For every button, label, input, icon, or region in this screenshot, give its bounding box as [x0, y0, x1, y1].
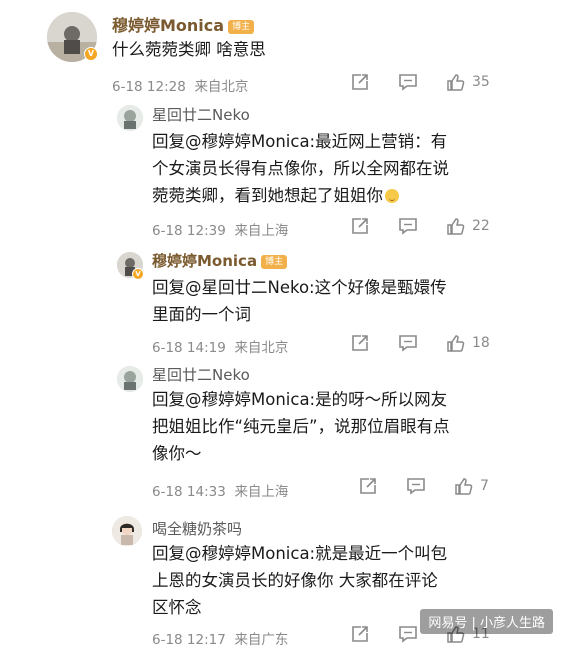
comment-actions: 18 — [350, 333, 490, 353]
comment-date: 6-18 14:33 — [152, 484, 226, 500]
username-text[interactable]: 穆婷婷Monica — [112, 16, 224, 35]
avatar[interactable] — [117, 105, 143, 131]
username[interactable]: 星回廿二Neko — [152, 364, 250, 385]
comment-line: 回复@星回廿二Neko:这个好像是甄嬛传 — [152, 278, 447, 297]
like-button[interactable]: 22 — [446, 216, 490, 236]
watermark: 网易号 | 小彦人生路 — [420, 609, 553, 634]
comment-meta: 6-18 12:39 来自上海 — [152, 219, 288, 239]
comment-actions: 7 — [358, 476, 489, 496]
like-button[interactable]: 18 — [446, 333, 490, 353]
share-button[interactable] — [350, 624, 370, 644]
username[interactable]: 穆婷婷Monica 博主 — [112, 12, 255, 36]
comment-line-with-emoji: 菀菀类卿，看到她想起了姐姐你 — [152, 182, 482, 209]
verified-badge-icon: V — [84, 47, 98, 61]
author-tag: 博主 — [261, 254, 288, 269]
smiley-emoji-icon — [385, 189, 399, 203]
comment-text: 回复@星回廿二Neko:这个好像是甄嬛传 里面的一个词 — [152, 274, 482, 328]
avatar-image — [117, 366, 143, 392]
comment-location: 来自北京 — [194, 79, 249, 95]
verified-badge-icon: V — [132, 268, 144, 280]
username[interactable]: 穆婷婷Monica 博主 — [152, 250, 288, 271]
comment-text: 回复@穆婷婷Monica:是的呀～所以网友 把姐姐比作“纯元皇后”，说那位眉眼有… — [152, 386, 492, 467]
like-button[interactable]: 7 — [454, 476, 489, 496]
comment-line: 像你～ — [152, 444, 202, 463]
avatar[interactable] — [117, 366, 143, 392]
comment-line: 回复@穆婷婷Monica:就是最近一个叫包 — [152, 544, 448, 563]
share-icon — [360, 478, 376, 494]
comment-meta: 6-18 12:17 来自广东 — [152, 628, 288, 648]
like-count: 18 — [472, 335, 490, 351]
comment-actions: 35 — [350, 72, 490, 92]
comment-date: 6-18 12:39 — [152, 223, 226, 239]
comment-line: 个女演员长得有点像你，所以全网都在说 — [152, 159, 449, 178]
comment-location: 来自北京 — [234, 340, 289, 356]
author-tag: 博主 — [228, 19, 255, 34]
comment-location: 来自上海 — [234, 484, 289, 500]
comment-icon — [399, 335, 417, 352]
comment-location: 来自广东 — [234, 632, 289, 648]
comment-line: 菀菀类卿，看到她想起了姐姐你 — [152, 186, 383, 205]
comment-actions: 22 — [350, 216, 490, 236]
share-icon — [352, 218, 368, 234]
comment-button[interactable] — [398, 624, 418, 644]
avatar-image — [112, 516, 142, 546]
share-icon — [352, 335, 368, 351]
comment-button[interactable] — [398, 72, 418, 92]
comment-meta: 6-18 12:28 来自北京 — [112, 75, 248, 95]
comment-line: 回复@穆婷婷Monica:最近网上营销：有 — [152, 132, 448, 151]
like-icon — [447, 218, 465, 235]
like-count: 22 — [472, 218, 490, 234]
like-icon — [447, 74, 465, 91]
share-button[interactable] — [350, 216, 370, 236]
comment-date: 6-18 12:17 — [152, 632, 226, 648]
like-icon — [455, 478, 473, 495]
comment-button[interactable] — [406, 476, 426, 496]
share-icon — [352, 626, 368, 642]
share-button[interactable] — [350, 72, 370, 92]
comment-meta: 6-18 14:19 来自北京 — [152, 336, 288, 356]
avatar-image — [117, 105, 143, 131]
share-icon — [352, 74, 368, 90]
comment-date: 6-18 12:28 — [112, 79, 186, 95]
comment-icon — [399, 74, 417, 91]
comment-line: 把姐姐比作“纯元皇后”，说那位眉眼有点 — [152, 417, 450, 436]
comment-button[interactable] — [398, 216, 418, 236]
avatar[interactable] — [112, 516, 142, 546]
comment-meta: 6-18 14:33 来自上海 — [152, 480, 288, 500]
comment-button[interactable] — [398, 333, 418, 353]
comment-text: 什么菀菀类卿 啥意思 — [112, 40, 266, 59]
comment-text: 回复@穆婷婷Monica:最近网上营销：有 个女演员长得有点像你，所以全网都在说… — [152, 128, 482, 209]
like-icon — [447, 335, 465, 352]
comment-icon — [399, 218, 417, 235]
like-button[interactable]: 35 — [446, 72, 490, 92]
comment-location: 来自上海 — [234, 223, 289, 239]
comment-icon — [399, 626, 417, 643]
comment-line: 上恩的女演员长的好像你 大家都在评论 — [152, 571, 438, 590]
share-button[interactable] — [358, 476, 378, 496]
comment-line: 里面的一个词 — [152, 305, 251, 324]
username[interactable]: 星回廿二Neko — [152, 104, 250, 125]
comment-date: 6-18 14:19 — [152, 340, 226, 356]
share-button[interactable] — [350, 333, 370, 353]
comment-line: 回复@穆婷婷Monica:是的呀～所以网友 — [152, 390, 448, 409]
comment-icon — [407, 478, 425, 495]
like-count: 35 — [472, 74, 490, 90]
username-text[interactable]: 穆婷婷Monica — [152, 252, 257, 270]
like-count: 7 — [480, 478, 489, 494]
username[interactable]: 喝全糖奶茶吗 — [152, 518, 242, 539]
